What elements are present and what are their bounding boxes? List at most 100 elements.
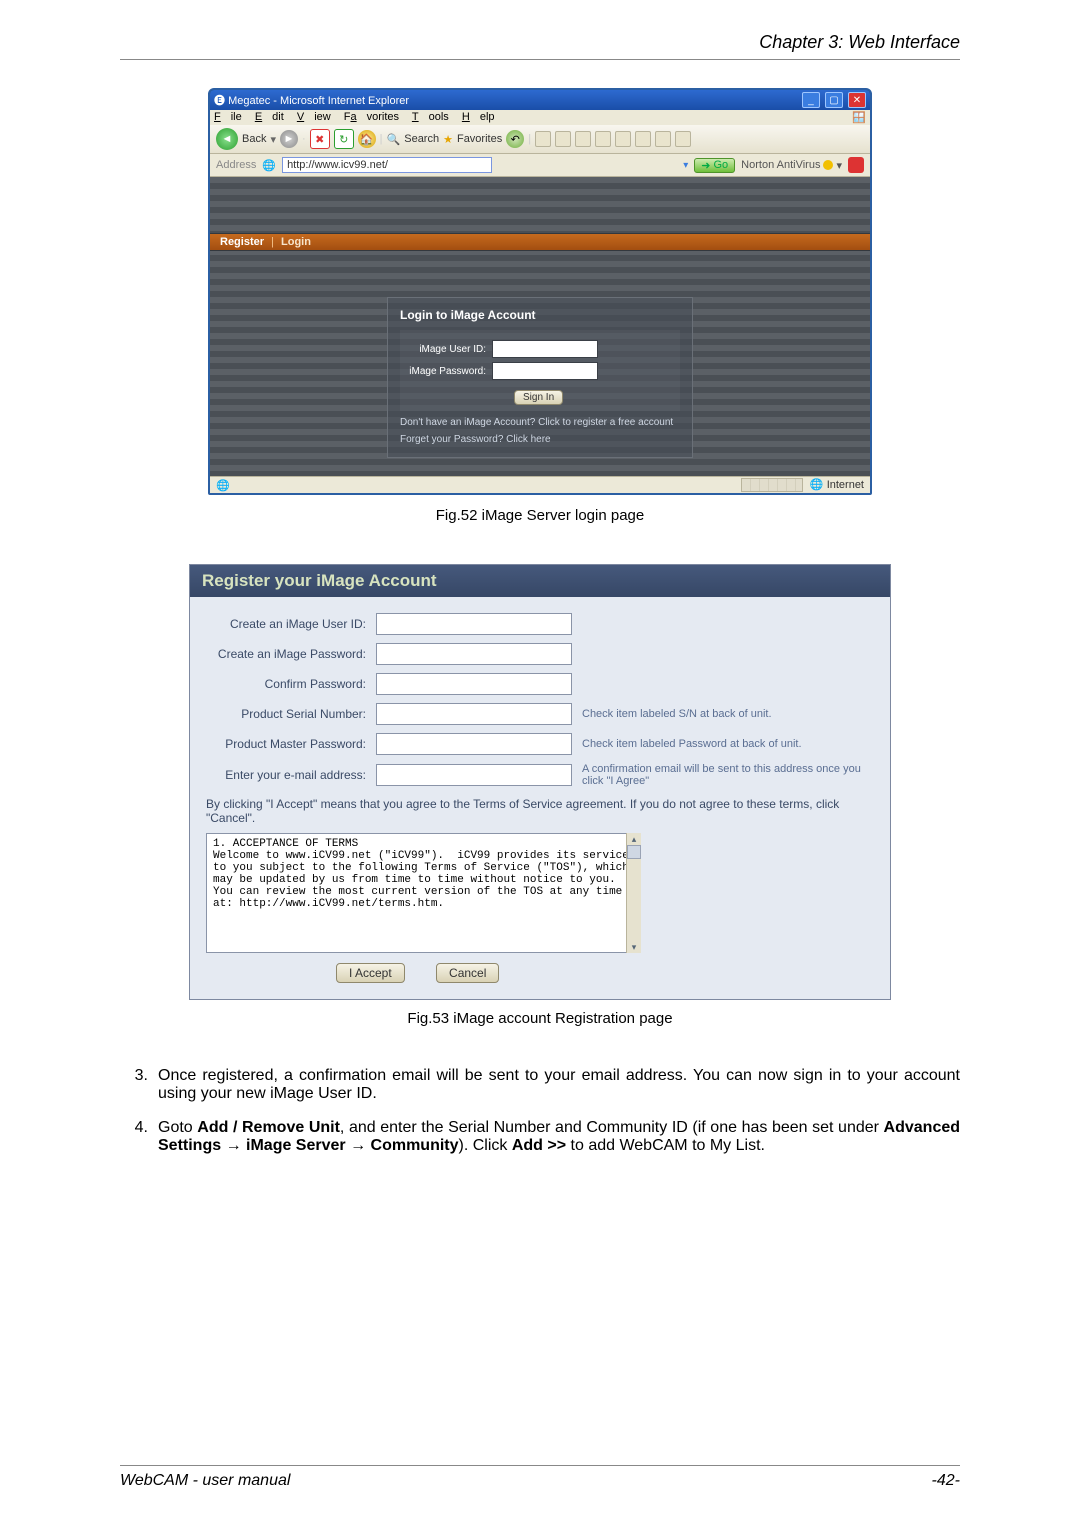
close-button[interactable]: ✕ xyxy=(848,92,866,108)
page-icon: 🌐 xyxy=(262,159,276,172)
go-button[interactable]: ➜Go xyxy=(694,158,735,173)
address-bar: Address 🌐 http://www.icv99.net/ ▾ ➜Go No… xyxy=(210,154,870,177)
throbber-icon: 🪟 xyxy=(852,111,866,124)
research-button[interactable] xyxy=(615,131,631,147)
home-button[interactable]: 🏠 xyxy=(358,130,376,148)
page-footer: WebCAM - user manual -42- xyxy=(120,1465,960,1490)
extra1-button[interactable] xyxy=(655,131,671,147)
item3-text: Once registered, a confirmation email wi… xyxy=(158,1067,960,1103)
reg-master-hint: Check item labeled Password at back of u… xyxy=(582,738,874,750)
tab-login[interactable]: Login xyxy=(281,236,311,248)
menu-favorites[interactable]: Favorites xyxy=(344,111,399,123)
signin-button[interactable]: Sign In xyxy=(514,390,563,405)
chapter-header: Chapter 3: Web Interface xyxy=(120,32,960,60)
footer-left: WebCAM - user manual xyxy=(120,1472,290,1490)
reg-serial-label: Product Serial Number: xyxy=(206,707,366,721)
internet-zone-icon: 🌐 xyxy=(810,479,824,491)
reg-serial-input[interactable] xyxy=(376,703,572,725)
ie-window: 🅔 Megatec - Microsoft Internet Explorer … xyxy=(208,88,872,495)
scroll-down-icon[interactable]: ▾ xyxy=(628,941,640,953)
tab-separator: | xyxy=(267,236,278,248)
address-label: Address xyxy=(216,159,256,171)
norton-shield-icon[interactable] xyxy=(848,157,864,173)
register-link[interactable]: Don't have an iMage Account? Click to re… xyxy=(400,417,680,428)
address-input[interactable]: http://www.icv99.net/ xyxy=(282,157,492,173)
accept-button[interactable]: I Accept xyxy=(336,963,405,983)
address-dropdown[interactable]: ▾ xyxy=(683,160,688,171)
ie-titlebar: 🅔 Megatec - Microsoft Internet Explorer … xyxy=(210,90,870,110)
reg-email-label: Enter your e-mail address: xyxy=(206,768,366,782)
window-title: Megatec - Microsoft Internet Explorer xyxy=(228,95,409,107)
reg-confirm-input[interactable] xyxy=(376,673,572,695)
body-text: 3. Once registered, a confirmation email… xyxy=(120,1067,960,1155)
extra2-button[interactable] xyxy=(675,131,691,147)
tab-register[interactable]: Register xyxy=(220,236,264,248)
registration-header: Register your iMage Account xyxy=(190,565,890,597)
reg-agree-text: By clicking "I Accept" means that you ag… xyxy=(206,797,874,825)
refresh-button[interactable]: ↻ xyxy=(334,129,354,149)
reg-confirm-label: Confirm Password: xyxy=(206,677,366,691)
print-button[interactable] xyxy=(555,131,571,147)
password-label: iMage Password: xyxy=(408,366,486,377)
cancel-button[interactable]: Cancel xyxy=(436,963,499,983)
menu-help[interactable]: Help xyxy=(462,111,495,123)
userid-input[interactable] xyxy=(492,340,598,358)
item3-number: 3. xyxy=(120,1067,148,1103)
reg-email-input[interactable] xyxy=(376,764,572,786)
stop-button[interactable]: ✖ xyxy=(310,129,330,149)
messenger-button[interactable] xyxy=(635,131,651,147)
footer-right: -42- xyxy=(932,1472,960,1490)
ie-logo-icon: 🅔 xyxy=(214,95,225,107)
menu-view[interactable]: View xyxy=(297,111,331,123)
forgot-password-link[interactable]: Forget your Password? Click here xyxy=(400,434,680,445)
edit-button[interactable] xyxy=(575,131,591,147)
reg-userid-label: Create an iMage User ID: xyxy=(206,617,366,631)
norton-antivirus-button[interactable]: Norton AntiVirus▾ xyxy=(741,159,842,172)
reg-master-label: Product Master Password: xyxy=(206,737,366,751)
forward-button[interactable]: ► xyxy=(280,130,298,148)
menu-tools[interactable]: Tools xyxy=(412,111,449,123)
favorites-label: Favorites xyxy=(457,133,502,145)
login-tabs: Register | Login xyxy=(210,233,870,251)
reg-password-label: Create an iMage Password: xyxy=(206,647,366,661)
registration-window: Register your iMage Account Create an iM… xyxy=(189,564,891,1000)
toolbar: ◄ Back ▾ ► · ✖ ↻ 🏠 | 🔍 Search ★ Favorite… xyxy=(210,125,870,154)
login-title: Login to iMage Account xyxy=(400,308,680,322)
status-page-icon: 🌐 xyxy=(216,479,230,492)
tos-textarea[interactable]: 1. ACCEPTANCE OF TERMS Welcome to www.iC… xyxy=(206,833,640,953)
reg-email-hint: A confirmation email will be sent to thi… xyxy=(582,763,874,787)
maximize-button[interactable]: ▢ xyxy=(825,92,843,108)
tos-scrollbar[interactable]: ▴ ▾ xyxy=(626,833,641,953)
search-label: Search xyxy=(404,133,439,145)
item4-text: Goto Add / Remove Unit, and enter the Se… xyxy=(158,1119,960,1155)
search-icon[interactable]: 🔍 xyxy=(387,133,401,146)
minimize-button[interactable]: _ xyxy=(802,92,820,108)
menu-edit[interactable]: Edit xyxy=(255,111,284,123)
discuss-button[interactable] xyxy=(595,131,611,147)
favorites-icon[interactable]: ★ xyxy=(443,133,453,146)
internet-zone-label: Internet xyxy=(827,479,864,491)
reg-serial-hint: Check item labeled S/N at back of unit. xyxy=(582,708,874,720)
password-input[interactable] xyxy=(492,362,598,380)
figure52-caption: Fig.52 iMage Server login page xyxy=(120,507,960,524)
back-button[interactable]: ◄ xyxy=(216,128,238,150)
scroll-up-icon[interactable]: ▴ xyxy=(628,833,640,845)
reg-password-input[interactable] xyxy=(376,643,572,665)
window-controls: _ ▢ ✕ xyxy=(800,92,866,108)
history-button[interactable]: ↶ xyxy=(506,130,524,148)
page-content: Register | Login Login to iMage Account … xyxy=(210,177,870,476)
login-panel: Login to iMage Account iMage User ID: iM… xyxy=(387,297,693,458)
status-bar: 🌐 🌐 Internet xyxy=(210,476,870,493)
norton-status-icon xyxy=(823,160,833,170)
figure53-caption: Fig.53 iMage account Registration page xyxy=(120,1010,960,1027)
menu-file[interactable]: File xyxy=(214,111,242,123)
status-progress xyxy=(741,478,803,492)
reg-userid-input[interactable] xyxy=(376,613,572,635)
userid-label: iMage User ID: xyxy=(408,344,486,355)
menu-bar: File Edit View Favorites Tools Help 🪟 xyxy=(210,110,870,125)
reg-master-input[interactable] xyxy=(376,733,572,755)
back-label: Back xyxy=(242,133,266,145)
scroll-thumb[interactable] xyxy=(627,845,641,859)
mail-button[interactable] xyxy=(535,131,551,147)
item4-number: 4. xyxy=(120,1119,148,1155)
